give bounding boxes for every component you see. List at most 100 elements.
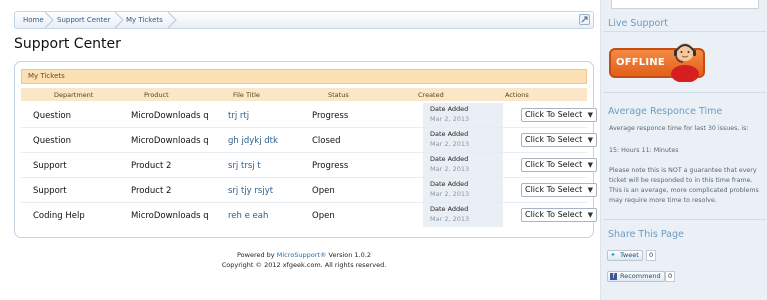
ticket-created: Date Added Mar 2, 2013	[423, 103, 503, 127]
created-date: Mar 2, 2013	[430, 140, 470, 148]
breadcrumb: Home Support Center My Tickets	[14, 11, 594, 29]
ticket-action-value: Click To Select	[525, 185, 583, 194]
ticket-title-link[interactable]: reh e eah	[228, 211, 268, 221]
column-actions: Actions	[505, 91, 529, 99]
ticket-action-select[interactable]: Click To Select ▼	[521, 108, 597, 122]
tweet-count: 0	[646, 250, 657, 261]
ticket-action-select[interactable]: Click To Select ▼	[521, 208, 597, 222]
ticket-product: Product 2	[131, 186, 172, 196]
response-value: 15: Hours 11: Minutes	[609, 147, 679, 154]
ticket-department: Question	[33, 136, 72, 146]
chevron-down-icon: ▼	[587, 211, 593, 219]
created-label: Date Added	[430, 155, 469, 163]
ticket-created: Date Added Mar 2, 2013	[423, 178, 503, 202]
share-block: Share This Page	[603, 229, 766, 240]
column-product: Product	[144, 91, 169, 99]
created-label: Date Added	[430, 105, 469, 113]
jump-to-page-icon[interactable]	[579, 14, 590, 25]
ticket-status: Progress	[312, 111, 349, 121]
tickets-panel: My Tickets Department Product File Title…	[14, 61, 597, 238]
recommend-button[interactable]: f Recommend	[607, 271, 665, 282]
offline-label: OFFLINE	[616, 57, 665, 68]
response-time-block: Average Responce Time	[603, 106, 766, 117]
ticket-action-value: Click To Select	[525, 210, 583, 219]
breadcrumb-my-tickets[interactable]: My Tickets	[118, 12, 163, 28]
ticket-action-select[interactable]: Click To Select ▼	[521, 183, 597, 197]
divider	[603, 219, 766, 220]
response-intro: Average responce time for last 30 issues…	[609, 125, 749, 132]
table-row: Support Product 2 srj tjy rsjyt Open Dat…	[21, 178, 597, 203]
tickets-panel-header: My Tickets	[21, 69, 587, 84]
chevron-down-icon: ▼	[587, 136, 593, 144]
page-title: Support Center	[14, 36, 121, 52]
table-row: Question MicroDownloads q trj rtj Progre…	[21, 103, 597, 128]
ticket-status: Closed	[312, 136, 341, 146]
ticket-department: Support	[33, 186, 67, 196]
ticket-action-value: Click To Select	[525, 160, 583, 169]
ticket-title-link[interactable]: srj trsj t	[228, 161, 261, 171]
column-created: Created	[418, 91, 444, 99]
ticket-action-value: Click To Select	[525, 135, 583, 144]
table-row: Question MicroDownloads q gh jdykj dtk C…	[21, 128, 597, 153]
twitter-icon: ✦	[610, 251, 616, 259]
table-row: Support Product 2 srj trsj t Progress Da…	[21, 153, 597, 178]
ticket-product: MicroDownloads q	[131, 136, 209, 146]
ticket-status: Open	[312, 211, 335, 221]
created-label: Date Added	[430, 130, 469, 138]
ticket-department: Coding Help	[33, 211, 85, 221]
support-agent-icon	[667, 38, 705, 86]
ticket-status: Progress	[312, 161, 349, 171]
live-support-title: Live Support	[608, 18, 668, 29]
version-text: Version 1.0.2	[326, 251, 372, 259]
response-note: Please note this is NOT a guarantee that…	[609, 167, 759, 204]
recommend-label: Recommend	[620, 272, 661, 280]
chevron-down-icon: ▼	[587, 161, 593, 169]
column-status: Status	[328, 91, 349, 99]
ticket-created: Date Added Mar 2, 2013	[423, 153, 503, 177]
recommend-count: 0	[665, 271, 676, 282]
offline-badge[interactable]: OFFLINE	[609, 38, 705, 83]
ticket-action-select[interactable]: Click To Select ▼	[521, 133, 597, 147]
created-label: Date Added	[430, 180, 469, 188]
powered-prefix: Powered by	[236, 251, 277, 259]
column-file-title: File Title	[233, 91, 260, 99]
table-row: Coding Help MicroDownloads q reh e eah O…	[21, 203, 597, 228]
breadcrumb-separator-icon	[168, 12, 178, 28]
tweet-button[interactable]: ✦ Tweet	[607, 250, 643, 261]
ticket-action-value: Click To Select	[525, 110, 583, 119]
tweet-label: Tweet	[620, 251, 639, 259]
divider	[603, 92, 766, 93]
ticket-created: Date Added Mar 2, 2013	[423, 128, 503, 152]
breadcrumb-support-center[interactable]: Support Center	[49, 12, 110, 28]
facebook-icon: f	[610, 273, 617, 280]
copyright: Copyright © 2012 xfgeek.com. All rights …	[221, 261, 387, 269]
created-date: Mar 2, 2013	[430, 215, 470, 223]
breadcrumb-home[interactable]: Home	[15, 12, 44, 28]
divider	[603, 31, 766, 32]
response-time-title: Average Responce Time	[608, 106, 723, 117]
ticket-title-link[interactable]: gh jdykj dtk	[228, 136, 278, 146]
live-support-block: Live Support	[603, 18, 766, 29]
search-input[interactable]	[611, 0, 759, 9]
created-date: Mar 2, 2013	[430, 115, 470, 123]
powered-by: Powered by MicroSupport® Version 1.0.2	[0, 251, 608, 259]
column-department: Department	[54, 91, 94, 99]
chevron-down-icon: ▼	[587, 111, 593, 119]
ticket-department: Question	[33, 111, 72, 121]
created-date: Mar 2, 2013	[430, 190, 470, 198]
created-date: Mar 2, 2013	[430, 165, 470, 173]
tickets-column-headers: Department Product File Title Status Cre…	[21, 88, 587, 101]
ticket-product: Product 2	[131, 161, 172, 171]
ticket-title-link[interactable]: trj rtj	[228, 111, 249, 121]
ticket-status: Open	[312, 186, 335, 196]
chevron-down-icon: ▼	[587, 186, 593, 194]
ticket-product: MicroDownloads q	[131, 111, 209, 121]
brand-link[interactable]: MicroSupport®	[277, 251, 327, 259]
share-title: Share This Page	[608, 229, 684, 240]
ticket-title-link[interactable]: srj tjy rsjyt	[228, 186, 273, 196]
ticket-department: Support	[33, 161, 67, 171]
ticket-action-select[interactable]: Click To Select ▼	[521, 158, 597, 172]
ticket-created: Date Added Mar 2, 2013	[423, 203, 503, 227]
created-label: Date Added	[430, 205, 469, 213]
sidebar: Live Support OFFLINE Average Responce Ti…	[600, 0, 767, 300]
